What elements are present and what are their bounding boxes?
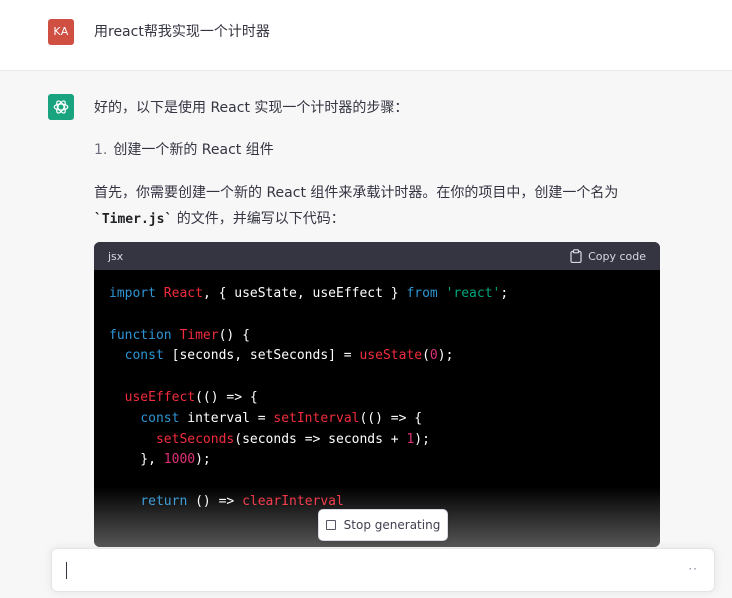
code-line: function Timer() { xyxy=(109,327,250,343)
code-line: }, 1000); xyxy=(109,452,211,468)
list-item-text: 创建一个新的 React 组件 xyxy=(113,142,274,158)
paragraph-text: 首先，你需要创建一个新的 React 组件来承载计时器。在你的项目中，创建一个名… xyxy=(94,185,619,201)
typing-indicator-dots: ·· xyxy=(688,562,698,576)
code-line: const interval = setInterval(() => { xyxy=(140,410,423,426)
code-block-header: jsx Copy code xyxy=(94,242,660,270)
stop-icon xyxy=(325,520,336,530)
code-line: const [seconds, setSeconds] = useState(0… xyxy=(124,348,454,364)
list-item-number: 1. xyxy=(94,142,108,158)
clipboard-icon xyxy=(570,249,582,263)
copy-code-label: Copy code xyxy=(588,249,646,263)
inline-code-filename: `Timer.js` xyxy=(94,212,173,227)
user-message-row: KA 用react帮我实现一个计时器 xyxy=(0,0,732,71)
code-line: import React, { useState, useEffect } fr… xyxy=(109,286,509,301)
message-input-box[interactable]: ·· xyxy=(51,548,715,593)
code-line: useEffect(() => { xyxy=(124,389,258,405)
message-input[interactable] xyxy=(64,549,668,593)
list-item: 1. 创建一个新的 React 组件 xyxy=(94,139,274,159)
stop-generating-label: Stop generating xyxy=(343,518,441,532)
copy-code-button[interactable]: Copy code xyxy=(570,249,646,263)
openai-logo-icon xyxy=(48,94,74,120)
paragraph-text-end: 的文件，并编写以下代码： xyxy=(172,211,345,227)
text-caret xyxy=(66,562,67,579)
assistant-paragraph: 首先，你需要创建一个新的 React 组件来承载计时器。在你的项目中，创建一个名… xyxy=(94,180,634,233)
code-language-label: jsx xyxy=(108,249,124,263)
code-line: setSeconds(seconds => seconds + 1); xyxy=(155,431,430,447)
code-line: return () => clearInterval xyxy=(140,493,344,509)
code-content: import React, { useState, useEffect } fr… xyxy=(94,270,660,513)
user-avatar: KA xyxy=(48,19,74,45)
code-block: jsx Copy code import React, { useState, … xyxy=(94,242,660,547)
assistant-intro-text: 好的，以下是使用 React 实现一个计时器的步骤： xyxy=(94,100,409,116)
user-message-text: 用react帮我实现一个计时器 xyxy=(94,24,270,40)
stop-generating-button[interactable]: Stop generating xyxy=(318,509,448,541)
